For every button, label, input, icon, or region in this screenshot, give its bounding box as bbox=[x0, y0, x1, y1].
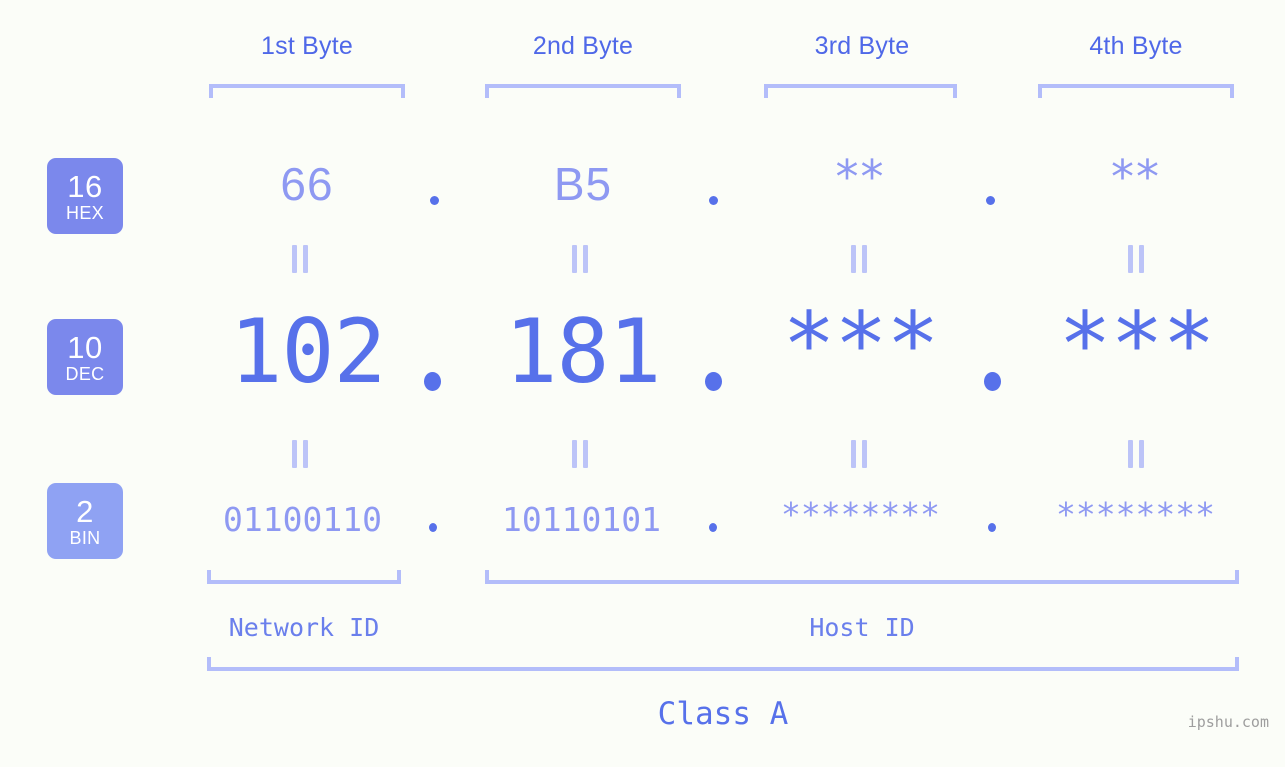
equals-sign-dec-bin-2 bbox=[572, 440, 588, 468]
bin-byte-3: ******** bbox=[781, 495, 940, 534]
base-badge-hex-name: HEX bbox=[66, 202, 104, 223]
dec-separator-dot-3 bbox=[984, 372, 1001, 391]
byte-bracket-1 bbox=[209, 84, 405, 98]
host-id-bracket bbox=[485, 570, 1239, 584]
bin-separator-dot-1 bbox=[429, 523, 437, 532]
equals-sign-dec-bin-1 bbox=[292, 440, 308, 468]
hex-separator-dot-2 bbox=[709, 196, 718, 205]
byte-header-3: 3rd Byte bbox=[814, 32, 910, 60]
dec-byte-1: 102 bbox=[229, 300, 387, 403]
hex-separator-dot-3 bbox=[986, 196, 995, 205]
base-badge-bin-name: BIN bbox=[69, 527, 101, 548]
base-badge-bin: 2 BIN bbox=[47, 483, 123, 559]
host-id-label: Host ID bbox=[809, 613, 915, 642]
class-label: Class A bbox=[657, 696, 789, 732]
bin-byte-1: 01100110 bbox=[223, 500, 382, 539]
dec-separator-dot-2 bbox=[705, 372, 722, 391]
hex-byte-3: ** bbox=[835, 150, 886, 204]
base-badge-dec-name: DEC bbox=[65, 363, 105, 384]
dec-byte-2: 181 bbox=[504, 300, 662, 403]
network-id-bracket bbox=[207, 570, 401, 584]
ip-address-breakdown-diagram: 1st Byte 2nd Byte 3rd Byte 4th Byte 16 H… bbox=[0, 0, 1285, 767]
base-badge-bin-number: 2 bbox=[76, 493, 94, 529]
hex-byte-4: ** bbox=[1111, 150, 1161, 204]
equals-sign-hex-dec-4 bbox=[1128, 245, 1144, 273]
dec-separator-dot-1 bbox=[424, 372, 441, 391]
byte-bracket-2 bbox=[485, 84, 681, 98]
dec-byte-4: *** bbox=[1058, 293, 1216, 396]
base-badge-hex: 16 HEX bbox=[47, 158, 123, 234]
hex-byte-2: B5 bbox=[553, 158, 613, 210]
equals-sign-hex-dec-1 bbox=[292, 245, 308, 273]
hex-separator-dot-1 bbox=[430, 196, 439, 205]
byte-bracket-3 bbox=[764, 84, 957, 98]
dec-byte-3: *** bbox=[782, 293, 940, 396]
equals-sign-hex-dec-3 bbox=[851, 245, 867, 273]
hex-byte-1: 66 bbox=[280, 158, 334, 210]
base-badge-dec-number: 10 bbox=[67, 329, 103, 365]
byte-bracket-4 bbox=[1038, 84, 1234, 98]
bin-byte-4: ******** bbox=[1056, 495, 1215, 534]
network-id-label: Network ID bbox=[228, 613, 380, 642]
class-bracket bbox=[207, 657, 1239, 671]
bin-separator-dot-3 bbox=[988, 523, 996, 532]
bin-separator-dot-2 bbox=[709, 523, 717, 532]
site-watermark: ipshu.com bbox=[1187, 713, 1269, 731]
byte-header-2: 2nd Byte bbox=[532, 32, 634, 60]
base-badge-dec: 10 DEC bbox=[47, 319, 123, 395]
equals-sign-dec-bin-3 bbox=[851, 440, 867, 468]
base-badge-hex-number: 16 bbox=[67, 168, 103, 204]
byte-header-1: 1st Byte bbox=[261, 32, 353, 60]
byte-header-4: 4th Byte bbox=[1089, 32, 1183, 60]
equals-sign-hex-dec-2 bbox=[572, 245, 588, 273]
equals-sign-dec-bin-4 bbox=[1128, 440, 1144, 468]
bin-byte-2: 10110101 bbox=[502, 500, 661, 539]
